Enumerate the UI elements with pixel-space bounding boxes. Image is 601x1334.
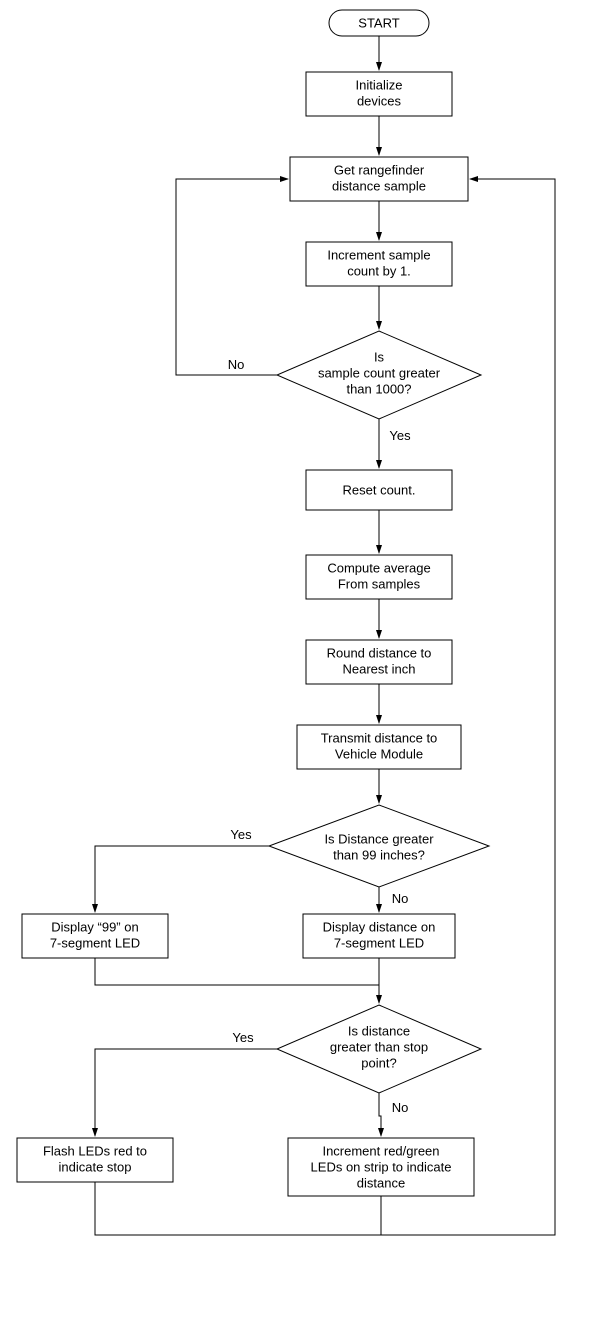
node-round-distance: Round distance to Nearest inch <box>306 640 452 684</box>
node-transmit: Transmit distance to Vehicle Module <box>297 725 461 769</box>
svg-text:Get rangefinder: Get rangefinder <box>334 162 425 177</box>
label-yes-1: Yes <box>389 428 411 443</box>
svg-text:Increment sample: Increment sample <box>327 247 430 262</box>
svg-text:sample count greater: sample count greater <box>318 365 441 380</box>
node-start: START <box>329 10 429 36</box>
label-no-1: No <box>228 357 245 372</box>
svg-text:Vehicle Module: Vehicle Module <box>335 746 423 761</box>
node-compute-average: Compute average From samples <box>306 555 452 599</box>
svg-text:Initialize: Initialize <box>356 77 403 92</box>
svg-text:Increment red/green: Increment red/green <box>322 1143 439 1158</box>
svg-text:LEDs on strip to indicate: LEDs on strip to indicate <box>311 1159 452 1174</box>
label-yes-3: Yes <box>232 1030 254 1045</box>
flowchart: START Initialize devices Get rangefinder… <box>0 0 601 1334</box>
node-initialize: Initialize devices <box>306 72 452 116</box>
svg-text:Round distance to: Round distance to <box>327 645 432 660</box>
svg-text:7-segment LED: 7-segment LED <box>50 935 140 950</box>
node-flash-red: Flash LEDs red to indicate stop <box>17 1138 173 1182</box>
label-no-2: No <box>392 891 409 906</box>
svg-text:Display distance on: Display distance on <box>323 919 436 934</box>
svg-text:devices: devices <box>357 93 402 108</box>
decision-sample-count: Is sample count greater than 1000? <box>277 331 481 419</box>
svg-text:Is distance: Is distance <box>348 1023 410 1038</box>
node-get-sample: Get rangefinder distance sample <box>290 157 468 201</box>
svg-text:point?: point? <box>361 1055 396 1070</box>
node-reset-count: Reset count. <box>306 470 452 510</box>
svg-text:Reset count.: Reset count. <box>343 482 416 497</box>
decision-99-inches: Is Distance greater than 99 inches? <box>269 805 489 887</box>
svg-text:Transmit distance to: Transmit distance to <box>321 730 438 745</box>
node-display-99: Display “99” on 7-segment LED <box>22 914 168 958</box>
node-increment-count: Increment sample count by 1. <box>306 242 452 286</box>
svg-text:From samples: From samples <box>338 576 421 591</box>
svg-text:Is: Is <box>374 349 385 364</box>
svg-text:Display “99” on: Display “99” on <box>51 919 138 934</box>
svg-text:Nearest inch: Nearest inch <box>343 661 416 676</box>
decision-stop-point: Is distance greater than stop point? <box>277 1005 481 1093</box>
svg-text:Is Distance greater: Is Distance greater <box>324 831 434 846</box>
svg-text:7-segment LED: 7-segment LED <box>334 935 424 950</box>
node-increment-leds: Increment red/green LEDs on strip to ind… <box>288 1138 474 1196</box>
svg-text:Compute average: Compute average <box>327 560 430 575</box>
svg-text:than 99 inches?: than 99 inches? <box>333 847 425 862</box>
svg-text:distance sample: distance sample <box>332 178 426 193</box>
svg-text:greater than stop: greater than stop <box>330 1039 428 1054</box>
node-display-distance: Display distance on 7-segment LED <box>303 914 455 958</box>
svg-text:than 1000?: than 1000? <box>346 381 411 396</box>
svg-text:distance: distance <box>357 1175 405 1190</box>
label-yes-2: Yes <box>230 827 252 842</box>
svg-text:indicate stop: indicate stop <box>59 1159 132 1174</box>
svg-text:Flash LEDs red to: Flash LEDs red to <box>43 1143 147 1158</box>
svg-text:count by 1.: count by 1. <box>347 263 411 278</box>
label-no-3: No <box>392 1100 409 1115</box>
start-label: START <box>358 15 399 30</box>
